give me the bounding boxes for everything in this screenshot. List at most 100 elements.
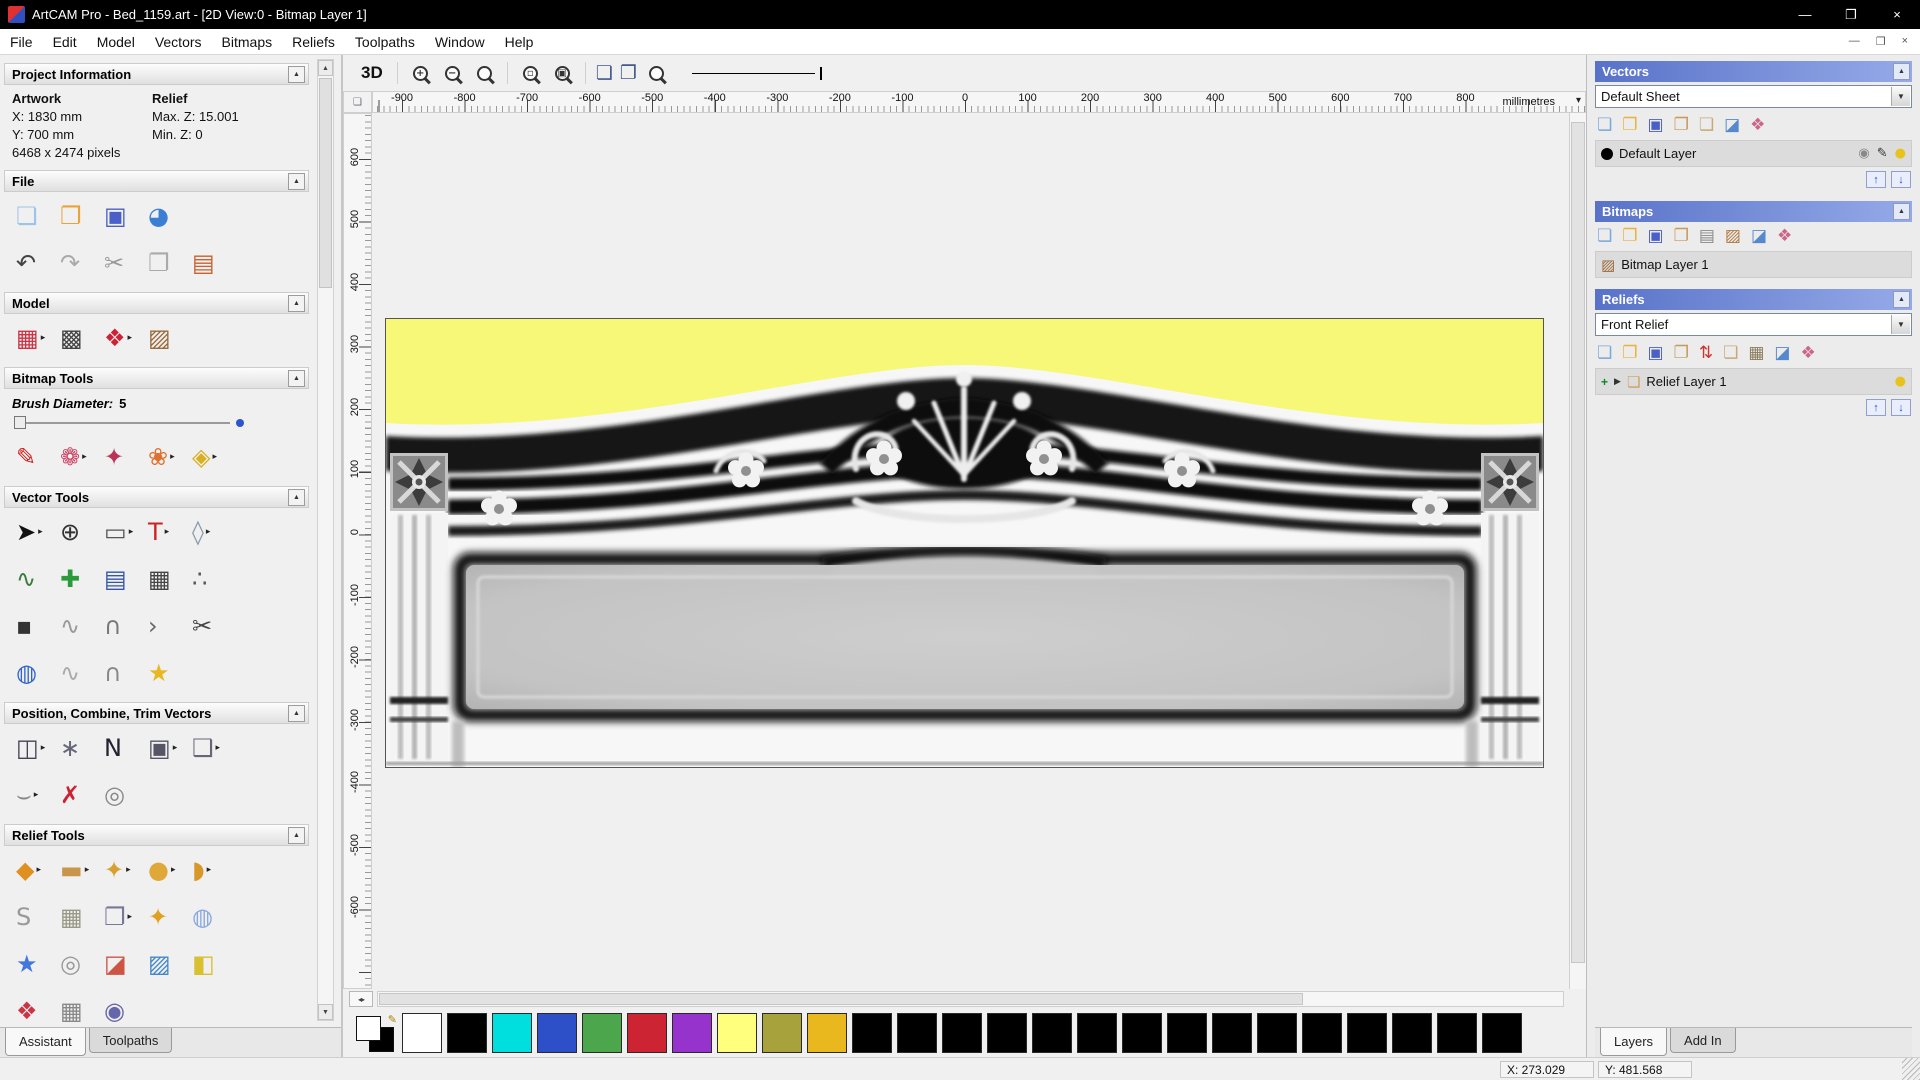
collapse-section-button[interactable]: ▲ — [288, 489, 305, 506]
tab-layers[interactable]: Layers — [1600, 1028, 1668, 1056]
menu-item[interactable]: Toolpaths — [345, 29, 425, 54]
new-model-icon[interactable]: ❏ — [16, 204, 60, 228]
collapse-section-button[interactable]: ▲ — [288, 370, 305, 387]
colour-swatch[interactable] — [1437, 1013, 1477, 1053]
save-model-icon[interactable]: ▣ — [104, 204, 148, 228]
colour-swatch[interactable] — [582, 1013, 622, 1053]
relief-select[interactable]: Front Relief ▼ — [1595, 313, 1912, 336]
interactive-sculpt-icon[interactable]: ✦ — [148, 905, 192, 929]
left-panel-scrollbar[interactable]: ▲ ▼ — [317, 59, 334, 1021]
ruler-corner[interactable]: ❏ — [343, 91, 372, 113]
open-model-icon[interactable]: ❐ — [60, 204, 104, 228]
swirl-relief-icon[interactable]: ◎ — [60, 952, 104, 976]
import-bitmap-icon[interactable]: ❐ — [1674, 228, 1689, 245]
zoom-box-icon[interactable]: ▫ — [518, 61, 543, 86]
turn-model-icon[interactable]: ▦ — [60, 999, 104, 1023]
mdi-restore-button[interactable]: ❐ — [1876, 35, 1886, 48]
weld-vectors-icon[interactable]: ❑ ▸ — [192, 736, 236, 760]
menu-item[interactable]: Model — [87, 29, 145, 54]
delete-bitmap-layer-icon[interactable]: ◪ — [1751, 228, 1767, 245]
colour-swatch[interactable] — [942, 1013, 982, 1053]
fillet-icon[interactable]: ∿ — [60, 661, 104, 685]
relief-properties-icon[interactable]: ◗ ▸ — [192, 858, 236, 882]
zoom-selected-icon[interactable] — [644, 61, 669, 86]
dome-relief-icon[interactable]: ◍ — [192, 905, 236, 929]
add-subtract-relief-icon[interactable]: ● ▸ — [148, 858, 192, 882]
paste-relief-icon[interactable]: ❏ — [1723, 345, 1738, 362]
transfer-relief-icon[interactable]: ⇅ — [1699, 345, 1713, 362]
tab-assistant[interactable]: Assistant — [5, 1028, 86, 1056]
relief-layer-row[interactable]: + ▶ ❏ Relief Layer 1 ● — [1595, 368, 1912, 395]
collapse-section-button[interactable]: ▲ — [288, 705, 305, 722]
bitmap-to-vector-icon[interactable]: ▦ — [148, 567, 192, 591]
relief-colours-icon[interactable]: ❖ — [1800, 345, 1815, 362]
colour-swatch[interactable] — [492, 1013, 532, 1053]
smoothing-icon[interactable]: S — [16, 905, 60, 929]
zoom-objects-icon[interactable]: ❐ — [620, 62, 637, 84]
star-wizard-icon[interactable]: ★ — [16, 952, 60, 976]
headboard-relief-artwork[interactable] — [385, 318, 1544, 768]
colour-swatch[interactable] — [1257, 1013, 1297, 1053]
menu-item[interactable]: Edit — [43, 29, 87, 54]
export-vectors-icon[interactable]: ❏ — [1699, 117, 1714, 134]
delete-vector-layer-icon[interactable]: ◪ — [1724, 117, 1740, 134]
colour-swatch[interactable] — [897, 1013, 937, 1053]
open-bitmap-layer-icon[interactable]: ❐ — [1622, 228, 1637, 245]
collapse-section-button[interactable]: ▲ — [1893, 291, 1910, 308]
create-rectangle-icon[interactable]: ▭ ▸ — [104, 520, 148, 544]
slider-handle[interactable] — [14, 416, 26, 429]
resize-grip[interactable] — [1902, 1058, 1920, 1080]
colour-swatch[interactable] — [1302, 1013, 1342, 1053]
scrollbar-thumb[interactable] — [319, 78, 332, 288]
horizontal-scrollbar[interactable] — [377, 991, 1564, 1007]
collapse-section-button[interactable]: ▲ — [288, 827, 305, 844]
vertical-ruler[interactable]: 600 500 400 300 200 100 0 -100 -200 -300 -400 -500 -… — [343, 113, 372, 989]
node-editing-icon[interactable]: ∴ — [192, 567, 236, 591]
polyline-segment-icon[interactable]: › — [148, 614, 192, 638]
layer-visibility-icon[interactable]: ● — [1895, 146, 1906, 161]
new-bitmap-layer-icon[interactable]: ❏ — [1597, 228, 1612, 245]
vector-wizard-icon[interactable]: ★ — [148, 661, 192, 685]
create-polyline-icon[interactable]: ∿ — [16, 567, 60, 591]
redo-icon[interactable]: ↷ — [60, 251, 104, 275]
colour-swatch[interactable] — [1482, 1013, 1522, 1053]
copy-icon[interactable]: ❐ — [148, 251, 192, 275]
open-vector-layer-icon[interactable]: ❐ — [1622, 117, 1637, 134]
weave-wizard-icon[interactable]: ▨ — [148, 952, 192, 976]
move-layer-up-button[interactable]: ↑ — [1866, 399, 1886, 416]
scroll-up-button[interactable]: ▲ — [318, 60, 333, 76]
colour-swatch[interactable] — [672, 1013, 712, 1053]
paint-selective-icon[interactable]: ❁ ▸ — [60, 445, 104, 469]
relief-sculpt-icon[interactable]: ❖ ▸ — [104, 326, 148, 350]
menu-item[interactable]: Window — [425, 29, 495, 54]
zoom-page-icon[interactable]: ❏ — [596, 62, 613, 84]
colour-swatch[interactable] — [627, 1013, 667, 1053]
colour-swatch[interactable] — [1032, 1013, 1072, 1053]
colour-picker-icon[interactable]: ✦ — [104, 445, 148, 469]
move-layer-down-button[interactable]: ↓ — [1891, 171, 1911, 188]
measure-icon[interactable]: ◊ ▸ — [192, 520, 236, 544]
mdi-close-button[interactable]: × — [1902, 35, 1908, 48]
colour-swatch[interactable] — [717, 1013, 757, 1053]
colour-swatch[interactable] — [1392, 1013, 1432, 1053]
collapse-section-button[interactable]: ▲ — [288, 295, 305, 312]
brush-diameter-slider[interactable] — [14, 415, 244, 431]
expand-layer-icon[interactable]: ▶ — [1614, 376, 1621, 387]
load-bitmap-icon[interactable]: ▨ — [148, 326, 192, 350]
chevron-down-icon[interactable]: ▼ — [1891, 87, 1910, 106]
bitmap-colours-icon[interactable]: ❖ — [1777, 228, 1792, 245]
create-point-icon[interactable]: ▪ — [16, 614, 60, 638]
pane-split-button[interactable]: ◂▸ — [349, 991, 373, 1007]
greyscale-view-icon[interactable]: ▤ — [1699, 228, 1715, 245]
save-relief-layer-icon[interactable]: ▣ — [1648, 345, 1664, 362]
undo-icon[interactable]: ↶ — [16, 251, 60, 275]
vector-layer-row[interactable]: Default Layer ◉ ✎ ● — [1595, 140, 1912, 167]
colour-swatch[interactable] — [807, 1013, 847, 1053]
slice-vectors-icon[interactable]: ⌣ ▸ — [16, 783, 60, 807]
vector-layer-colours-icon[interactable]: ❖ — [1750, 117, 1765, 134]
collapse-section-button[interactable]: ▲ — [1893, 63, 1910, 80]
delete-relief-layer-icon[interactable]: ◪ — [1774, 345, 1790, 362]
paste-icon[interactable]: ▤ — [192, 251, 236, 275]
fit-spiral-icon[interactable]: ◎ — [104, 783, 148, 807]
colour-swatch[interactable] — [852, 1013, 892, 1053]
